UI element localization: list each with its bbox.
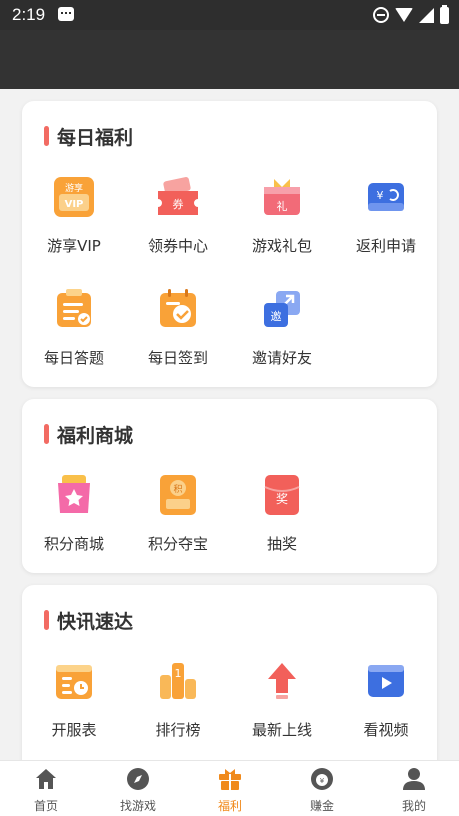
tab-label: 我的	[401, 799, 426, 813]
item-daily-checkin[interactable]: 每日签到	[126, 289, 230, 379]
status-bar: 2:19	[0, 0, 459, 30]
points-treasure-icon: 积	[160, 475, 196, 515]
tab-home[interactable]: 首页	[0, 761, 92, 816]
svg-text:礼: 礼	[277, 199, 288, 213]
user-icon	[403, 768, 425, 790]
svg-text:券: 券	[173, 197, 184, 211]
item-label: 积分夺宝	[147, 535, 208, 553]
tab-label: 赚金	[309, 799, 334, 813]
item-watch-video[interactable]: 看视频	[334, 661, 438, 751]
title-accent-bar	[44, 126, 49, 146]
coupon-icon: 券	[158, 177, 198, 215]
compass-icon	[127, 768, 149, 790]
welfare-content[interactable]: 每日福利 游享 VIP 游享VIP 券 领券中心 礼 游戏礼包 ¥ 返利申请 每…	[0, 89, 459, 760]
item-label: 最新上线	[251, 721, 312, 739]
daily-welfare-card: 每日福利 游享 VIP 游享VIP 券 领券中心 礼 游戏礼包 ¥ 返利申请 每…	[22, 101, 437, 387]
tab-label: 福利	[217, 799, 242, 813]
welfare-mall-card: 福利商城 积分商城 积 积分夺宝 奖 抽奖	[22, 399, 437, 573]
home-icon	[36, 769, 56, 789]
svg-text:1: 1	[175, 667, 182, 680]
lottery-icon: 奖	[264, 475, 300, 515]
svg-text:积: 积	[173, 483, 182, 495]
item-daily-quiz[interactable]: 每日答题	[22, 289, 126, 379]
battery-icon	[440, 4, 449, 24]
status-icons	[373, 4, 449, 24]
rebate-icon: ¥	[368, 183, 404, 211]
gift-pack-icon: 礼	[264, 179, 300, 215]
item-label: 邀请好友	[251, 349, 312, 367]
tab-mine[interactable]: 我的	[368, 761, 459, 816]
status-time: 2:19	[12, 5, 46, 24]
title-accent-bar	[44, 424, 49, 444]
section-title: 快讯速达	[44, 609, 134, 633]
points-mall-icon	[58, 475, 90, 513]
item-server-schedule[interactable]: 开服表	[22, 661, 126, 751]
item-lottery[interactable]: 奖 抽奖	[230, 475, 334, 565]
section-title: 每日福利	[44, 125, 134, 149]
item-label: 排行榜	[155, 721, 201, 739]
server-schedule-icon	[56, 665, 92, 699]
tab-find-games[interactable]: 找游戏	[92, 761, 184, 816]
item-label: 每日签到	[147, 349, 208, 367]
section-title-text: 每日福利	[57, 126, 134, 149]
item-points-treasure[interactable]: 积 积分夺宝	[126, 475, 230, 565]
item-coupon-center[interactable]: 券 领券中心	[126, 177, 230, 267]
item-label: 开服表	[51, 721, 97, 739]
svg-text:邀: 邀	[271, 309, 282, 323]
section-title-text: 快讯速达	[57, 610, 134, 633]
item-ranking[interactable]: 1 排行榜	[126, 661, 230, 751]
money-bag-icon: ¥	[311, 768, 333, 790]
tab-welfare[interactable]: 福利	[184, 761, 276, 816]
gift-icon	[219, 769, 241, 790]
video-icon	[368, 665, 404, 697]
item-vip[interactable]: 游享 VIP 游享VIP	[22, 177, 126, 267]
bottom-tab-bar: 首页 找游戏 福利 ¥ 赚金 我的	[0, 760, 459, 816]
app-header	[0, 30, 459, 89]
vip-icon: 游享 VIP	[54, 177, 94, 217]
item-label: 返利申请	[355, 237, 416, 255]
checkin-icon	[160, 289, 196, 327]
section-title-text: 福利商城	[57, 424, 134, 447]
new-release-icon	[268, 663, 296, 699]
svg-text:游享: 游享	[65, 182, 83, 194]
item-invite-friends[interactable]: 邀 邀请好友	[230, 289, 334, 379]
tab-label: 首页	[33, 799, 58, 813]
svg-text:¥: ¥	[377, 189, 384, 202]
item-label: 积分商城	[43, 535, 104, 553]
news-express-card: 快讯速达 开服表 1 排行榜 最新上线 看视频	[22, 585, 437, 760]
tab-label: 找游戏	[119, 799, 156, 813]
item-label: 领券中心	[147, 237, 208, 255]
item-new-release[interactable]: 最新上线	[230, 661, 334, 751]
message-notification-icon	[58, 7, 74, 21]
quiz-icon	[57, 289, 91, 327]
tab-earn-gold[interactable]: ¥ 赚金	[276, 761, 368, 816]
svg-text:VIP: VIP	[65, 199, 84, 210]
item-label: 游享VIP	[47, 237, 101, 255]
item-label: 抽奖	[266, 535, 297, 553]
item-points-mall[interactable]: 积分商城	[22, 475, 126, 565]
wifi-icon	[395, 8, 413, 22]
svg-text:¥: ¥	[320, 777, 325, 785]
svg-text:奖: 奖	[276, 492, 288, 506]
item-game-gift-pack[interactable]: 礼 游戏礼包	[230, 177, 334, 267]
item-label: 看视频	[363, 721, 409, 739]
item-label: 每日答题	[43, 349, 104, 367]
title-accent-bar	[44, 610, 49, 630]
cell-signal-icon	[419, 7, 434, 23]
item-rebate-application[interactable]: ¥ 返利申请	[334, 177, 438, 267]
do-not-disturb-icon	[373, 7, 389, 23]
section-title: 福利商城	[44, 423, 134, 447]
invite-icon: 邀	[264, 291, 300, 327]
item-label: 游戏礼包	[251, 237, 312, 255]
ranking-icon: 1	[160, 663, 196, 699]
